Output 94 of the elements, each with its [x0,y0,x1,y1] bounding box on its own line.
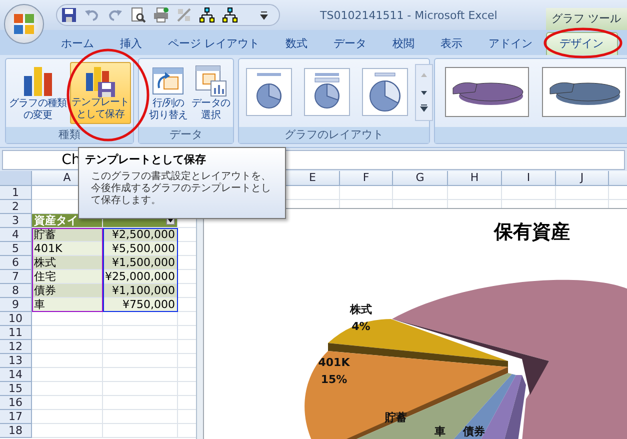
data-label: 車 [434,425,446,438]
row-header[interactable]: 5 [0,242,32,256]
ribbon-tab[interactable]: ページ レイアウト [155,33,272,55]
row-header[interactable]: 14 [0,368,32,382]
column-header[interactable]: H [448,171,502,186]
ribbon-button[interactable]: グラフの種類 の変更 [8,62,68,124]
print-preview-icon[interactable] [130,7,146,23]
ribbon-button[interactable]: テンプレート として保存 [70,62,132,124]
data-label: 株式 [350,303,372,316]
gallery-scrollbar[interactable] [415,64,434,121]
layout-thumbnail[interactable] [246,68,292,116]
ribbon-button[interactable]: データの 選択 [190,62,232,124]
format-icon[interactable] [176,7,192,23]
header-text: 資産タイ [34,214,78,227]
select-all-corner[interactable] [0,171,32,186]
row-header[interactable]: 9 [0,298,32,312]
empty-cell[interactable] [103,382,178,396]
chart-title: 保有資産 [494,220,570,245]
empty-cell[interactable] [103,424,178,438]
data-label: 15% [320,373,348,386]
data-label: 4% [352,320,370,333]
customize-caret-icon[interactable] [259,9,269,21]
empty-cell[interactable] [393,186,448,200]
row-header[interactable]: 12 [0,340,32,354]
row-header[interactable]: 13 [0,354,32,368]
office-logo-icon [13,13,35,35]
empty-cell[interactable] [103,312,178,326]
row-header[interactable]: 17 [0,410,32,424]
table-cell: ¥1,500,000 [103,256,178,270]
diagram-icon[interactable] [199,7,215,23]
ribbon-tab[interactable]: ホーム [48,33,107,55]
table-cell: 住宅 [32,270,103,284]
table-cell: 株式 [32,256,103,270]
column-header[interactable]: J [556,171,609,186]
context-tab-label: グラフ ツール [546,8,627,30]
empty-cell[interactable] [103,340,178,354]
layout-thumbnail[interactable] [362,68,408,116]
table-cell: 車 [32,298,103,312]
table-chart-icon [194,64,228,98]
group-label: 種類 [6,127,134,143]
row-header[interactable]: 3 [0,214,32,228]
redo-icon[interactable] [107,7,123,23]
chart-save-icon [83,65,118,97]
table-cell: 401K [32,242,103,256]
row-header[interactable]: 15 [0,382,32,396]
empty-cell[interactable] [103,410,178,424]
row-header[interactable]: 6 [0,256,32,270]
row-header[interactable]: 1 [0,186,32,200]
row-header[interactable]: 8 [0,284,32,298]
empty-cell[interactable] [556,186,609,200]
ribbon-tab[interactable]: データ [320,33,380,55]
ribbon-tab[interactable]: 校閲 [380,33,428,55]
row-header[interactable]: 2 [0,200,32,214]
empty-cell[interactable] [103,354,178,368]
column-header[interactable]: G [393,171,448,186]
ribbon-button[interactable]: 行/列の 切り替え [148,62,189,124]
data-label: 401K [318,356,350,369]
ribbon-tab[interactable]: 数式 [272,33,320,55]
table-cell: ¥750,000 [103,298,178,312]
empty-cell[interactable] [448,186,502,200]
row-header[interactable]: 11 [0,326,32,340]
data-label: 債券 [463,425,485,438]
column-header[interactable]: E [286,171,340,186]
ribbon-tab[interactable]: デザイン [546,32,618,55]
diagram-icon[interactable] [222,7,238,23]
group-label: データ [139,127,234,143]
ribbon-tab[interactable]: 挿入 [107,33,155,55]
table-cell: 貯蓄 [32,228,103,242]
table-cell: ¥1,100,000 [103,284,178,298]
row-header[interactable]: 4 [0,228,32,242]
save-icon[interactable] [61,7,77,23]
window-title: TS0102141511 - Microsoft Excel [320,8,498,22]
ribbon-tab[interactable]: 表示 [428,33,476,55]
office-button[interactable] [4,4,44,44]
print-icon[interactable] [153,7,169,23]
row-header[interactable]: 16 [0,396,32,410]
empty-cell[interactable] [340,186,393,200]
column-header[interactable]: F [340,171,393,186]
table-cell: ¥2,500,000 [103,228,178,242]
group-label: グラフのレイアウト [239,127,430,143]
row-header[interactable]: 7 [0,270,32,284]
layout-thumbnail[interactable] [304,68,350,116]
row-header[interactable]: 18 [0,424,32,438]
undo-icon[interactable] [84,7,100,23]
empty-cell[interactable] [103,326,178,340]
table-cell: 債券 [32,284,103,298]
table-cell: ¥25,000,000 [103,270,178,284]
empty-cell[interactable] [502,186,556,200]
empty-cell[interactable] [103,368,178,382]
column-header[interactable]: I [502,171,556,186]
ribbon-tab[interactable]: アドイン [476,33,546,55]
row-header[interactable]: 10 [0,312,32,326]
table-cell: ¥5,500,000 [103,242,178,256]
empty-cell[interactable] [103,396,178,410]
